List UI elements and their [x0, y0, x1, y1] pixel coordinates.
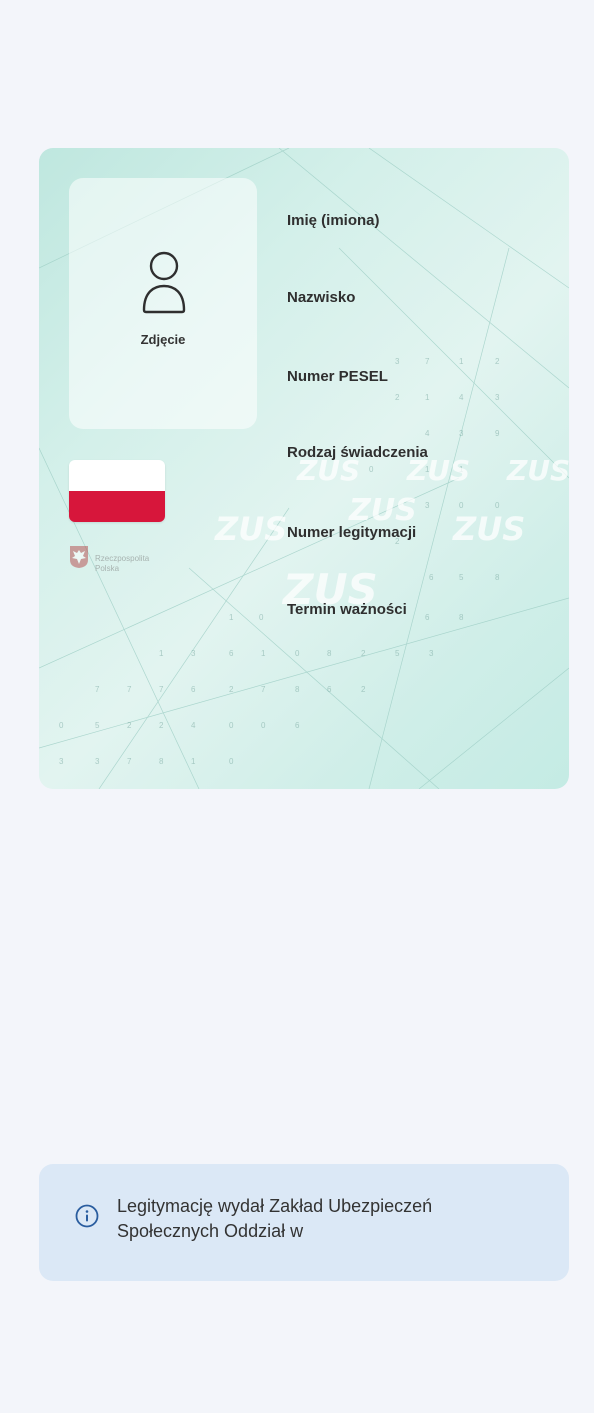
svg-text:0: 0: [459, 501, 464, 510]
svg-text:6: 6: [191, 685, 196, 694]
svg-text:6: 6: [425, 613, 430, 622]
svg-text:2: 2: [127, 721, 132, 730]
flag-white-stripe: [69, 460, 165, 491]
svg-text:5: 5: [95, 721, 100, 730]
svg-text:3: 3: [95, 757, 100, 766]
svg-text:7: 7: [127, 685, 132, 694]
svg-text:0: 0: [495, 501, 500, 510]
svg-text:6: 6: [327, 685, 332, 694]
svg-text:5: 5: [395, 649, 400, 658]
svg-text:ZUS: ZUS: [348, 493, 417, 528]
field-expiry-date: Termin ważności: [287, 601, 407, 618]
svg-text:2: 2: [361, 649, 366, 658]
emblem-caption: Rzeczpospolita Polska: [95, 554, 149, 574]
svg-text:8: 8: [495, 573, 500, 582]
svg-text:0: 0: [369, 465, 374, 474]
svg-text:0: 0: [229, 721, 234, 730]
field-first-name: Imię (imiona): [287, 212, 380, 229]
svg-text:7: 7: [159, 685, 164, 694]
app-screen: 3712 2143 439 011 300 2658 1068 13610825…: [0, 0, 594, 1413]
svg-text:ZUS: ZUS: [506, 454, 569, 487]
emblem-caption-line1: Rzeczpospolita: [95, 554, 150, 563]
svg-text:ZUS: ZUS: [452, 510, 525, 548]
svg-text:9: 9: [495, 429, 500, 438]
svg-text:2: 2: [395, 393, 400, 402]
svg-text:1: 1: [229, 613, 234, 622]
svg-text:3: 3: [191, 649, 196, 658]
svg-text:6: 6: [429, 573, 434, 582]
svg-text:ZUS: ZUS: [214, 510, 287, 548]
field-pesel: Numer PESEL: [287, 368, 388, 385]
svg-text:6: 6: [295, 721, 300, 730]
svg-text:1: 1: [425, 393, 430, 402]
svg-text:2: 2: [361, 685, 366, 694]
svg-text:2: 2: [495, 357, 500, 366]
svg-text:3: 3: [59, 757, 64, 766]
issuer-info-text: Legitymację wydał Zakład Ubezpieczeń Spo…: [117, 1196, 433, 1241]
svg-text:7: 7: [95, 685, 100, 694]
svg-text:1: 1: [261, 649, 266, 658]
field-last-name: Nazwisko: [287, 289, 356, 306]
svg-text:4: 4: [459, 393, 464, 402]
svg-text:5: 5: [459, 573, 464, 582]
field-card-number: Numer legitymacji: [287, 524, 417, 541]
svg-text:7: 7: [425, 357, 430, 366]
svg-text:1: 1: [459, 357, 464, 366]
svg-text:1: 1: [159, 649, 164, 658]
svg-text:4: 4: [191, 721, 196, 730]
svg-text:0: 0: [295, 649, 300, 658]
field-benefit-type: Rodzaj świadczenia: [287, 444, 428, 461]
svg-text:8: 8: [295, 685, 300, 694]
svg-text:3: 3: [425, 501, 430, 510]
photo-placeholder: Zdjęcie: [69, 178, 257, 429]
svg-text:1: 1: [191, 757, 196, 766]
svg-text:0: 0: [259, 613, 264, 622]
svg-text:8: 8: [327, 649, 332, 658]
svg-text:0: 0: [59, 721, 64, 730]
svg-text:3: 3: [395, 357, 400, 366]
svg-text:7: 7: [127, 757, 132, 766]
svg-text:7: 7: [261, 685, 266, 694]
svg-text:3: 3: [429, 649, 434, 658]
svg-text:6: 6: [229, 649, 234, 658]
svg-text:8: 8: [459, 613, 464, 622]
svg-text:0: 0: [229, 757, 234, 766]
emblem-caption-line2: Polska: [95, 564, 120, 573]
svg-text:3: 3: [459, 429, 464, 438]
flag-red-stripe: [69, 491, 165, 522]
polish-flag: [69, 460, 165, 522]
svg-text:4: 4: [425, 429, 430, 438]
eagle-emblem-icon: [70, 546, 88, 568]
svg-text:2: 2: [229, 685, 234, 694]
info-icon: [75, 1204, 99, 1228]
svg-text:2: 2: [159, 721, 164, 730]
person-icon: [142, 251, 186, 314]
issuer-info-banner: Legitymację wydał Zakład Ubezpieczeń Spo…: [39, 1164, 569, 1281]
photo-label: Zdjęcie: [140, 332, 186, 347]
svg-text:3: 3: [495, 393, 500, 402]
svg-text:8: 8: [159, 757, 164, 766]
svg-text:0: 0: [261, 721, 266, 730]
id-card: 3712 2143 439 011 300 2658 1068 13610825…: [39, 148, 569, 789]
